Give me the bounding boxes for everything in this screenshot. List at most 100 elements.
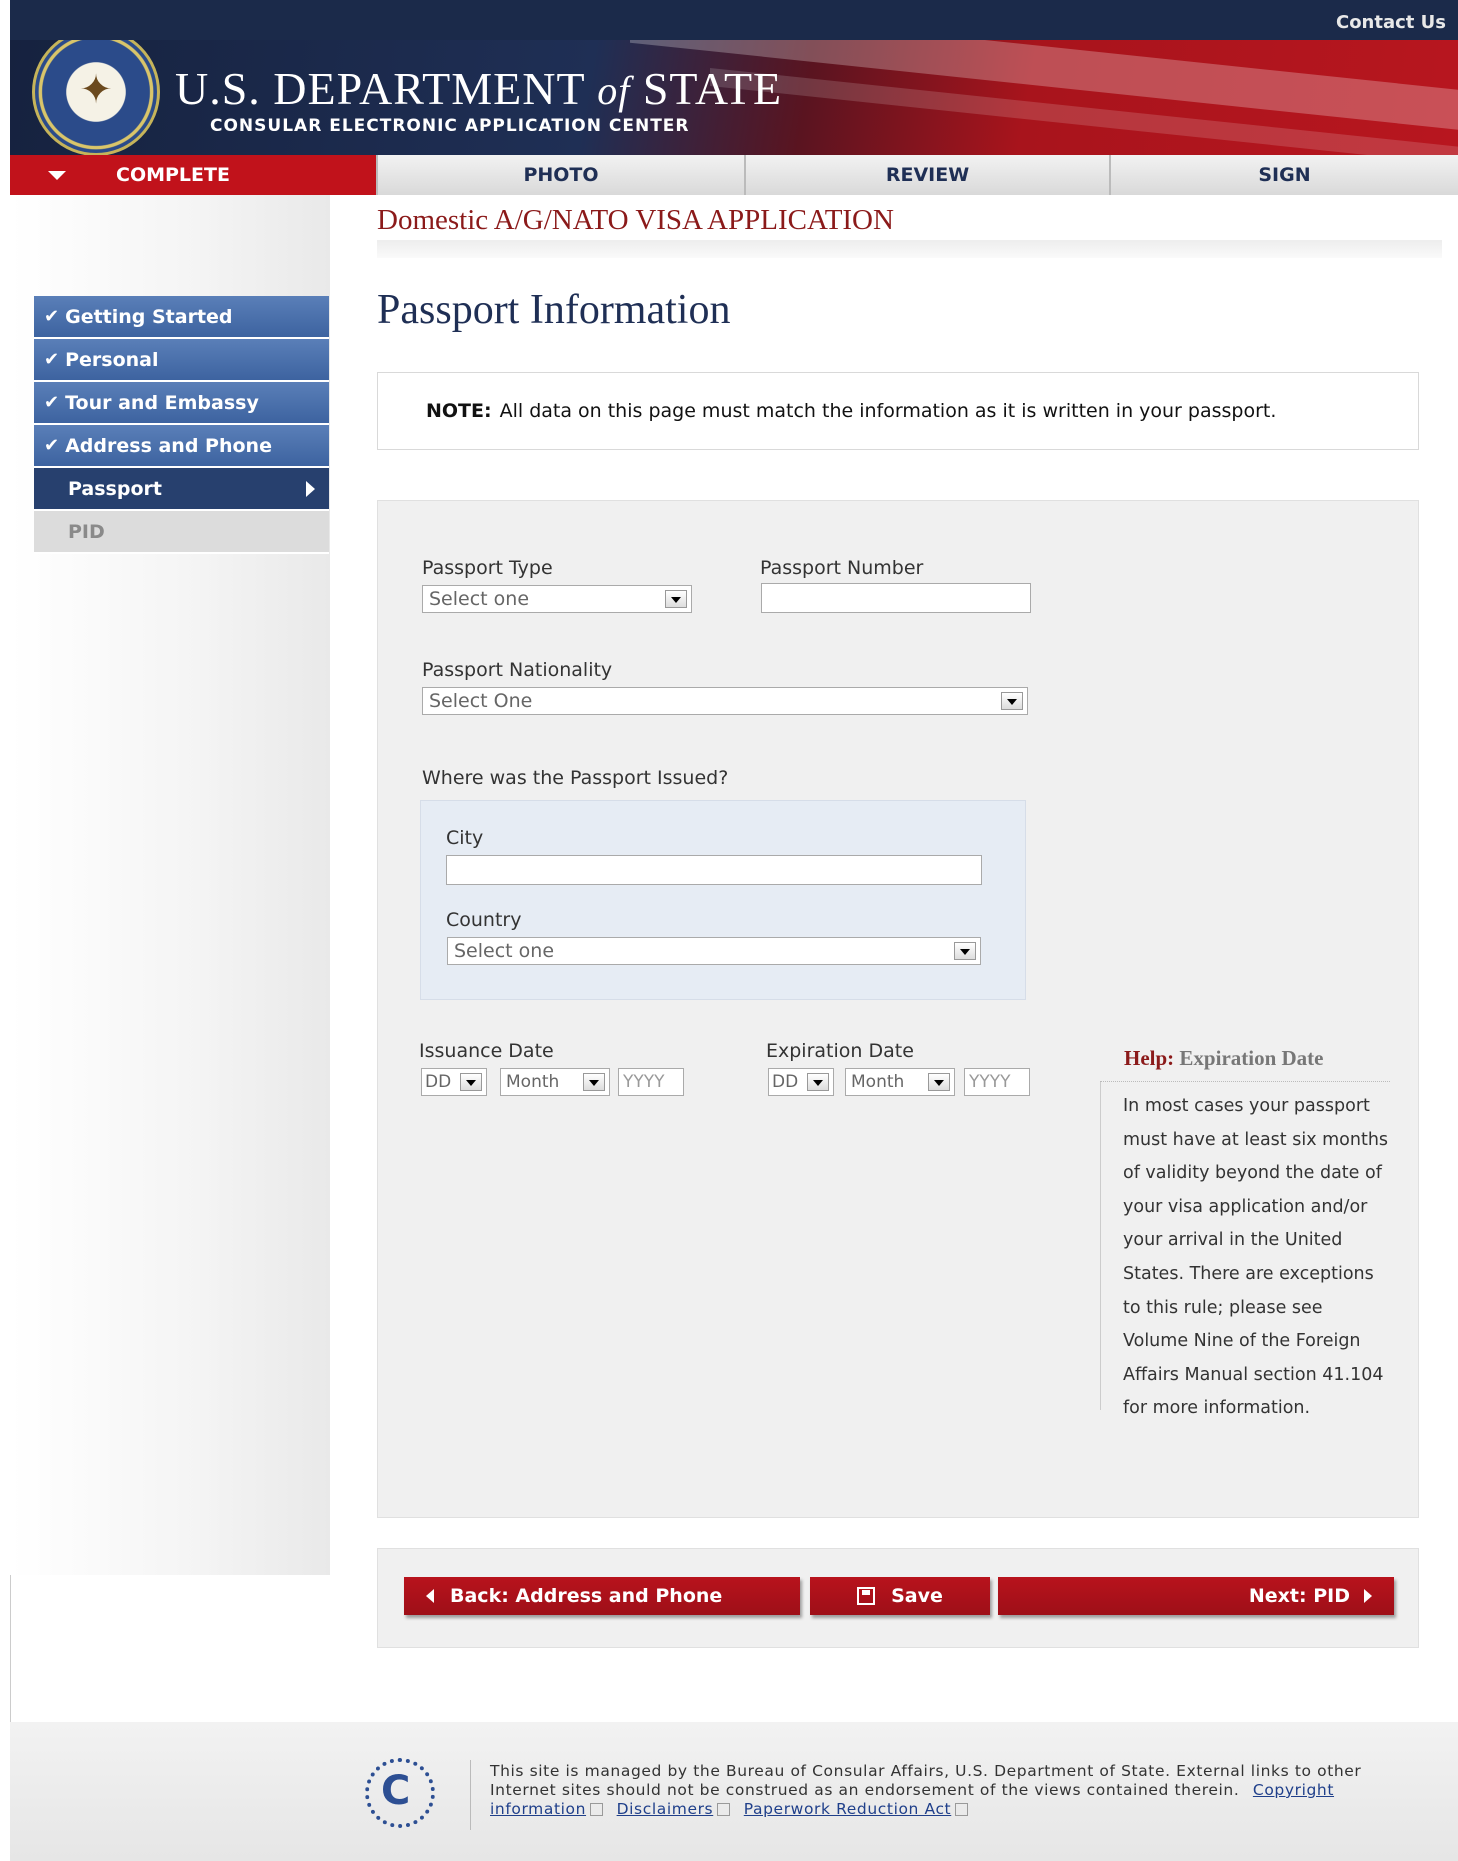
dept-main: U.S. DEPARTMENT bbox=[175, 63, 585, 114]
sidebar-item-label: Personal bbox=[65, 348, 159, 371]
sidebar-item-label: Tour and Embassy bbox=[65, 391, 259, 414]
passport-nationality-label: Passport Nationality bbox=[422, 659, 613, 681]
passport-type-select[interactable]: Select one bbox=[422, 585, 692, 613]
note-text: All data on this page must match the inf… bbox=[499, 400, 1277, 422]
sidebar-item-label: PID bbox=[68, 520, 105, 543]
selected-value: Select One bbox=[429, 690, 533, 712]
arrow-left-icon bbox=[426, 1589, 434, 1603]
page-title: Passport Information bbox=[377, 287, 731, 333]
save-button[interactable]: Save bbox=[810, 1577, 990, 1615]
save-button-label: Save bbox=[891, 1585, 943, 1607]
external-link-icon bbox=[717, 1803, 731, 1816]
checkmark-icon: ✔ bbox=[44, 306, 60, 327]
consular-affairs-logo-icon: C bbox=[365, 1758, 435, 1828]
selected-value: Month bbox=[851, 1072, 905, 1092]
tab-label: PHOTO bbox=[523, 164, 599, 186]
department-title: U.S. DEPARTMENT of STATE bbox=[175, 62, 782, 115]
dept-state: STATE bbox=[642, 63, 783, 114]
country-label: Country bbox=[446, 909, 522, 931]
help-topic: Expiration Date bbox=[1179, 1046, 1324, 1070]
sidebar-item-passport[interactable]: Passport bbox=[34, 468, 329, 511]
note-label: NOTE: bbox=[426, 400, 492, 422]
expiration-year-input[interactable]: YYYY bbox=[964, 1068, 1030, 1096]
sidebar-nav: ✔ Getting Started ✔ Personal ✔ Tour and … bbox=[34, 296, 329, 554]
checkmark-icon: ✔ bbox=[44, 435, 60, 456]
selected-value: Select one bbox=[454, 940, 555, 962]
sidebar-item-label: Getting Started bbox=[65, 305, 233, 328]
passport-issued-location-box: City Country Select one bbox=[420, 800, 1026, 1000]
help-body: In most cases your passport must have at… bbox=[1100, 1082, 1390, 1418]
country-select[interactable]: Select one bbox=[447, 937, 981, 965]
passport-nationality-select[interactable]: Select One bbox=[422, 687, 1028, 715]
title-divider bbox=[377, 240, 1442, 258]
sidebar-item-label: Address and Phone bbox=[65, 434, 272, 457]
header-banner: ✦ U.S. DEPARTMENT of STATE CONSULAR ELEC… bbox=[10, 40, 1458, 155]
checkmark-icon: ✔ bbox=[44, 392, 60, 413]
dept-of: of bbox=[597, 68, 631, 113]
application-title: Domestic A/G/NATO VISA APPLICATION bbox=[377, 204, 894, 236]
city-label: City bbox=[446, 827, 484, 849]
caret-down-icon bbox=[48, 170, 66, 180]
disclaimers-link[interactable]: Disclaimers bbox=[617, 1800, 714, 1818]
footer-divider bbox=[470, 1760, 471, 1830]
arrow-right-icon bbox=[1364, 1589, 1372, 1603]
issuance-year-input[interactable]: YYYY bbox=[618, 1068, 684, 1096]
tab-label: SIGN bbox=[1258, 164, 1311, 186]
back-button-label: Back: Address and Phone bbox=[450, 1585, 723, 1607]
next-button[interactable]: Next: PID bbox=[998, 1577, 1394, 1615]
selected-value: DD bbox=[772, 1072, 799, 1092]
tab-photo[interactable]: PHOTO bbox=[378, 155, 746, 195]
tab-review[interactable]: REVIEW bbox=[746, 155, 1111, 195]
selected-value: DD bbox=[425, 1072, 452, 1092]
sidebar-item-address-and-phone[interactable]: ✔ Address and Phone bbox=[34, 425, 329, 468]
progress-tabs: COMPLETE PHOTO REVIEW SIGN bbox=[10, 155, 1458, 195]
top-bar: Contact Us bbox=[10, 0, 1458, 40]
ceac-subtitle: CONSULAR ELECTRONIC APPLICATION CENTER bbox=[210, 116, 690, 136]
issuance-date-label: Issuance Date bbox=[419, 1040, 554, 1062]
sidebar-item-tour-and-embassy[interactable]: ✔ Tour and Embassy bbox=[34, 382, 329, 425]
selected-value: Select one bbox=[429, 588, 530, 610]
dropdown-arrow-icon bbox=[583, 1073, 605, 1091]
external-link-icon bbox=[590, 1803, 604, 1816]
tab-label: COMPLETE bbox=[116, 164, 230, 186]
issuance-month-select[interactable]: Month bbox=[500, 1068, 610, 1096]
expiration-month-select[interactable]: Month bbox=[845, 1068, 955, 1096]
navigation-button-bar: Back: Address and Phone Save Next: PID bbox=[377, 1548, 1419, 1648]
arrow-right-icon bbox=[306, 480, 315, 497]
dropdown-arrow-icon bbox=[1001, 692, 1023, 710]
sidebar-item-getting-started[interactable]: ✔ Getting Started bbox=[34, 296, 329, 339]
sidebar-item-label: Passport bbox=[68, 477, 162, 500]
checkmark-icon: ✔ bbox=[44, 349, 60, 370]
dropdown-arrow-icon bbox=[928, 1073, 950, 1091]
eagle-icon: ✦ bbox=[79, 68, 113, 112]
department-seal-icon: ✦ bbox=[32, 40, 160, 155]
dropdown-arrow-icon bbox=[665, 590, 687, 608]
expiration-date-label: Expiration Date bbox=[766, 1040, 914, 1062]
sidebar-item-personal[interactable]: ✔ Personal bbox=[34, 339, 329, 382]
tab-sign[interactable]: SIGN bbox=[1111, 155, 1458, 195]
help-panel: Help: Expiration Date In most cases your… bbox=[1100, 1028, 1390, 1418]
paperwork-reduction-act-link[interactable]: Paperwork Reduction Act bbox=[744, 1800, 951, 1818]
sidebar-item-pid: PID bbox=[34, 511, 329, 554]
next-button-label: Next: PID bbox=[1248, 1585, 1350, 1607]
city-input[interactable] bbox=[446, 855, 982, 885]
passport-issued-question: Where was the Passport Issued? bbox=[422, 767, 729, 789]
tab-complete[interactable]: COMPLETE bbox=[10, 155, 378, 195]
expiration-day-select[interactable]: DD bbox=[768, 1068, 834, 1096]
external-link-icon bbox=[955, 1803, 969, 1816]
footer-text-block: This site is managed by the Bureau of Co… bbox=[490, 1762, 1390, 1819]
back-button[interactable]: Back: Address and Phone bbox=[404, 1577, 800, 1615]
passport-number-input[interactable] bbox=[761, 583, 1031, 613]
selected-value: Month bbox=[506, 1072, 560, 1092]
logo-letter: C bbox=[381, 1768, 411, 1814]
help-prefix: Help: bbox=[1124, 1046, 1175, 1070]
passport-number-label: Passport Number bbox=[760, 557, 924, 579]
save-disk-icon bbox=[857, 1587, 876, 1605]
dropdown-arrow-icon bbox=[807, 1073, 829, 1091]
contact-us-link[interactable]: Contact Us bbox=[1336, 12, 1446, 33]
help-title: Help: Expiration Date bbox=[1100, 1028, 1390, 1082]
note-box: NOTE: All data on this page must match t… bbox=[377, 372, 1419, 450]
tab-label: REVIEW bbox=[885, 164, 970, 186]
footer-disclaimer: This site is managed by the Bureau of Co… bbox=[490, 1762, 1362, 1799]
issuance-day-select[interactable]: DD bbox=[421, 1068, 487, 1096]
